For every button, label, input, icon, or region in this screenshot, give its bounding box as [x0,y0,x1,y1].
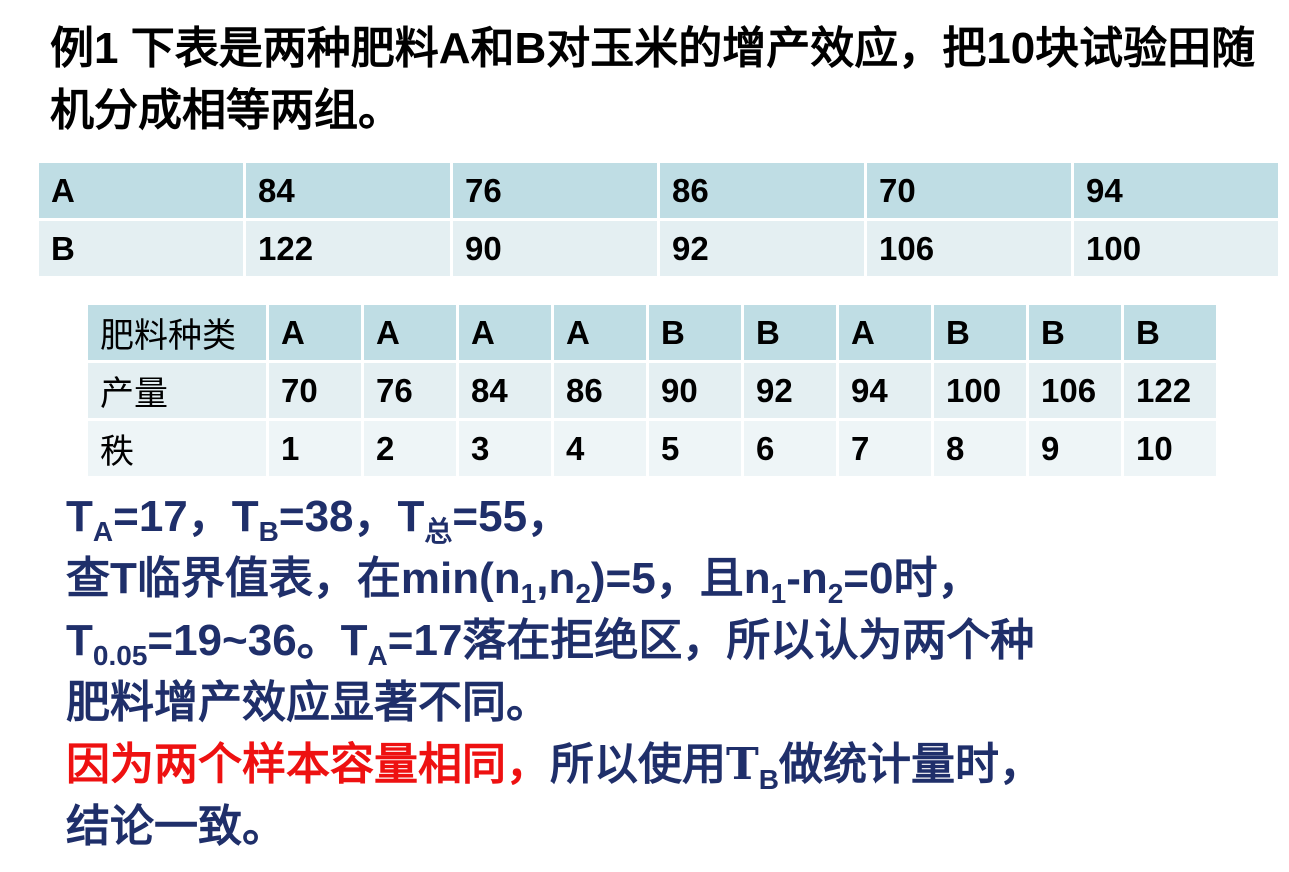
subscript: 总 [424,514,453,548]
table-cell: 6 [744,421,836,476]
statement-text: T [66,616,93,665]
table-cell: 10 [1124,421,1216,476]
table-cell: 3 [459,421,551,476]
table-cell: 1 [269,421,361,476]
statement-text: 所以使用T [550,739,759,790]
table-cell: 94 [839,363,931,418]
statement-text: =19~36。T [147,616,368,665]
table-cell: B [744,305,836,360]
statement-text: =55， [452,492,572,541]
statement-line-6: 结论一致。 [66,801,286,852]
table-cell: 92 [660,221,864,276]
table-cell: A [839,305,931,360]
statement-line-3: T0.05=19~36。TA=17落在拒绝区，所以认为两个种 [66,610,1266,672]
table-cell: 106 [1029,363,1121,418]
table-cell: 76 [364,363,456,418]
fertilizer-yield-table: A 84 76 86 70 94 B 122 90 92 106 100 [36,160,1281,279]
statement-text: =17，T [113,492,259,541]
statement-text: =17落在拒绝区，所以认为两个种 [387,616,1035,665]
table-cell: 84 [459,363,551,418]
table-cell: A [364,305,456,360]
table-cell: B [649,305,741,360]
statement-text: )=5，且n [590,554,771,603]
table-cell: 90 [453,221,657,276]
table-cell: 70 [867,163,1071,218]
table-cell: 94 [1074,163,1278,218]
table-cell: 5 [649,421,741,476]
test-statement: TA=17，TB=38，T总=55， 查T临界值表，在min(n1,n2)=5，… [66,486,1266,858]
table-cell: A [459,305,551,360]
table-cell: B [1124,305,1216,360]
table-cell: 9 [1029,421,1121,476]
table-cell: 100 [934,363,1026,418]
table-cell: 100 [1074,221,1278,276]
row-header: 秩 [88,421,266,476]
table-cell: 4 [554,421,646,476]
statement-text: ,n [536,554,576,603]
table-row: B 122 90 92 106 100 [39,221,1278,276]
subscript: A [92,515,114,547]
table-cell: 8 [934,421,1026,476]
table-cell: A [269,305,361,360]
statement-line-1: TA=17，TB=38，T总=55， [66,486,1266,548]
table-row: A 84 76 86 70 94 [39,163,1278,218]
table-cell: 122 [246,221,450,276]
table-cell: 122 [1124,363,1216,418]
table-cell: 2 [364,421,456,476]
subscript: 2 [827,577,844,609]
table-cell: 76 [453,163,657,218]
subscript: 1 [770,577,787,609]
table-cell: A [554,305,646,360]
table-cell: 86 [660,163,864,218]
subscript: A [367,639,388,671]
statement-text: =38，T [278,492,425,541]
table-cell: 7 [839,421,931,476]
statement-text: =0时， [843,554,982,603]
statement-text: 做统计量时， [778,739,1043,790]
table-cell: 92 [744,363,836,418]
rank-table: 肥料种类 A A A A B B A B B B 产量 70 76 84 86 … [85,302,1219,479]
subscript: B [758,763,779,795]
page-title: 例1 下表是两种肥料A和B对玉米的增产效应，把10块试验田随机分成相等两组。 [50,24,1256,135]
row-header: 产量 [88,363,266,418]
table-cell: B [934,305,1026,360]
table-row: 产量 70 76 84 86 90 92 94 100 106 122 [88,363,1216,418]
highlight-text: 因为两个样本容量相同， [66,739,550,790]
table-cell: 84 [246,163,450,218]
table-cell: 86 [554,363,646,418]
table-cell: 90 [649,363,741,418]
table-row: 肥料种类 A A A A B B A B B B [88,305,1216,360]
statement-line-2: 查T临界值表，在min(n1,n2)=5，且n1-n2=0时， [66,548,1266,610]
table-cell: A [39,163,243,218]
subscript: 1 [520,577,537,609]
subscript: B [258,515,279,547]
subscript: 2 [575,577,591,609]
subscript: 0.05 [92,639,148,671]
table-row: 秩 1 2 3 4 5 6 7 8 9 10 [88,421,1216,476]
statement-text: T [66,492,93,541]
table-cell: B [1029,305,1121,360]
row-header: 肥料种类 [88,305,266,360]
table-cell: 70 [269,363,361,418]
table-cell: B [39,221,243,276]
table-cell: 106 [867,221,1071,276]
statement-line-4: 肥料增产效应显著不同。 [66,677,550,728]
statement-text: -n [786,554,828,603]
statement-text: 查T临界值表，在min(n [66,554,521,603]
statement-line-5: 因为两个样本容量相同，所以使用TB做统计量时， [66,734,1266,796]
